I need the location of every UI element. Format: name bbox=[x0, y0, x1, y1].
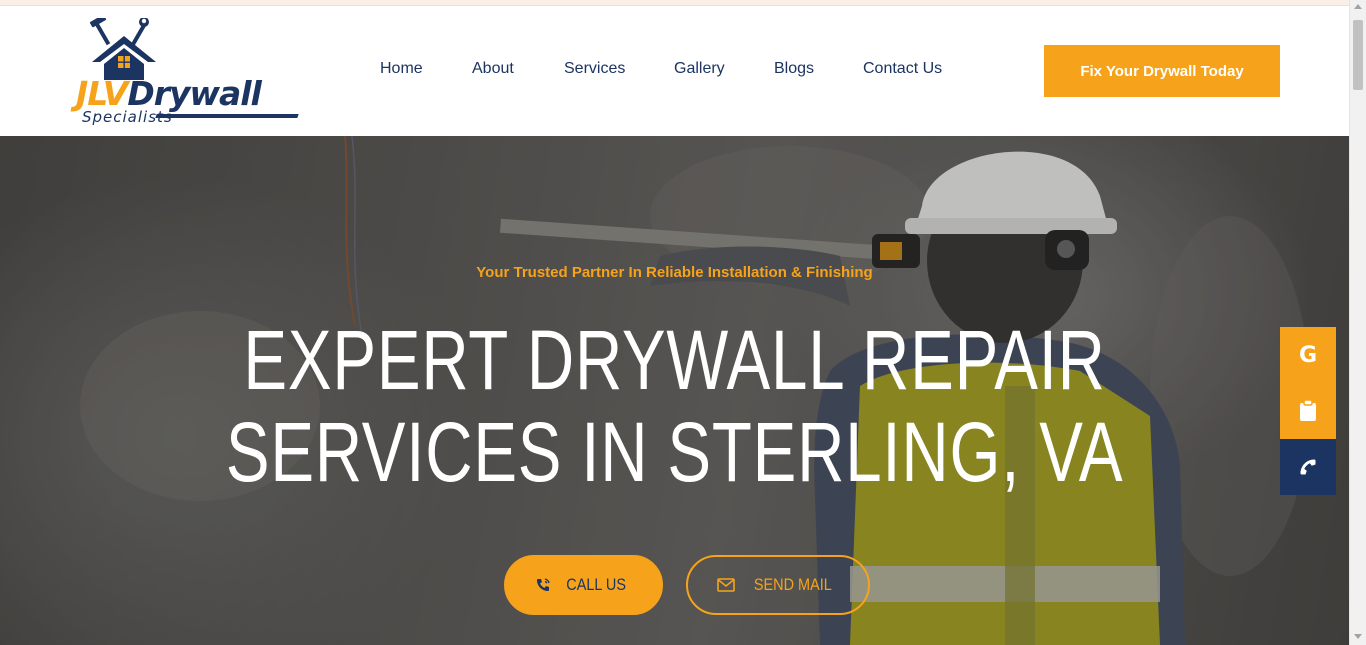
hero-title-line2: SERVICES IN STERLING, VA bbox=[225, 405, 1124, 499]
site-header: JLVDrywall Specialists Home About Servic… bbox=[0, 6, 1349, 136]
nav-home[interactable]: Home bbox=[380, 56, 423, 82]
phone-icon bbox=[1300, 459, 1316, 475]
hero-tagline: Your Trusted Partner In Reliable Install… bbox=[476, 264, 873, 281]
call-us-button[interactable]: CALL US bbox=[504, 555, 663, 615]
house-tools-icon bbox=[89, 18, 156, 80]
nav-about[interactable]: About bbox=[472, 56, 514, 82]
fix-drywall-cta-button[interactable]: Fix Your Drywall Today bbox=[1044, 45, 1280, 97]
call-us-label: CALL US bbox=[566, 575, 627, 594]
site-logo[interactable]: JLVDrywall Specialists bbox=[76, 18, 306, 128]
nav-services[interactable]: Services bbox=[564, 56, 625, 82]
nav-blogs[interactable]: Blogs bbox=[774, 56, 814, 82]
send-mail-label: SEND MAIL bbox=[754, 575, 832, 594]
send-mail-button[interactable]: SEND MAIL bbox=[686, 555, 870, 615]
nav-contact-us[interactable]: Contact Us bbox=[863, 56, 942, 82]
logo-underline bbox=[155, 114, 299, 118]
hero-section: Your Trusted Partner In Reliable Install… bbox=[0, 136, 1349, 645]
google-icon: G bbox=[1298, 342, 1318, 368]
google-reviews-float-button[interactable]: G bbox=[1280, 327, 1336, 383]
logo-wordmark: JLVDrywall bbox=[76, 76, 262, 112]
phone-ring-icon bbox=[537, 578, 551, 591]
scroll-thumb[interactable] bbox=[1353, 20, 1363, 90]
scroll-up-arrow-icon[interactable] bbox=[1354, 4, 1362, 9]
hero-title-line1: EXPERT DRYWALL REPAIR bbox=[243, 313, 1106, 407]
logo-subtitle: Specialists bbox=[82, 108, 173, 126]
phone-float-button[interactable] bbox=[1280, 439, 1336, 495]
hero-title: EXPERT DRYWALL REPAIR SERVICES IN STERLI… bbox=[149, 314, 1201, 498]
scroll-down-arrow-icon[interactable] bbox=[1354, 634, 1362, 639]
nav-gallery[interactable]: Gallery bbox=[674, 56, 725, 82]
page-scrollbar[interactable] bbox=[1349, 0, 1366, 645]
envelope-icon bbox=[717, 578, 735, 592]
quote-float-button[interactable] bbox=[1280, 383, 1336, 439]
clipboard-icon bbox=[1300, 400, 1316, 421]
